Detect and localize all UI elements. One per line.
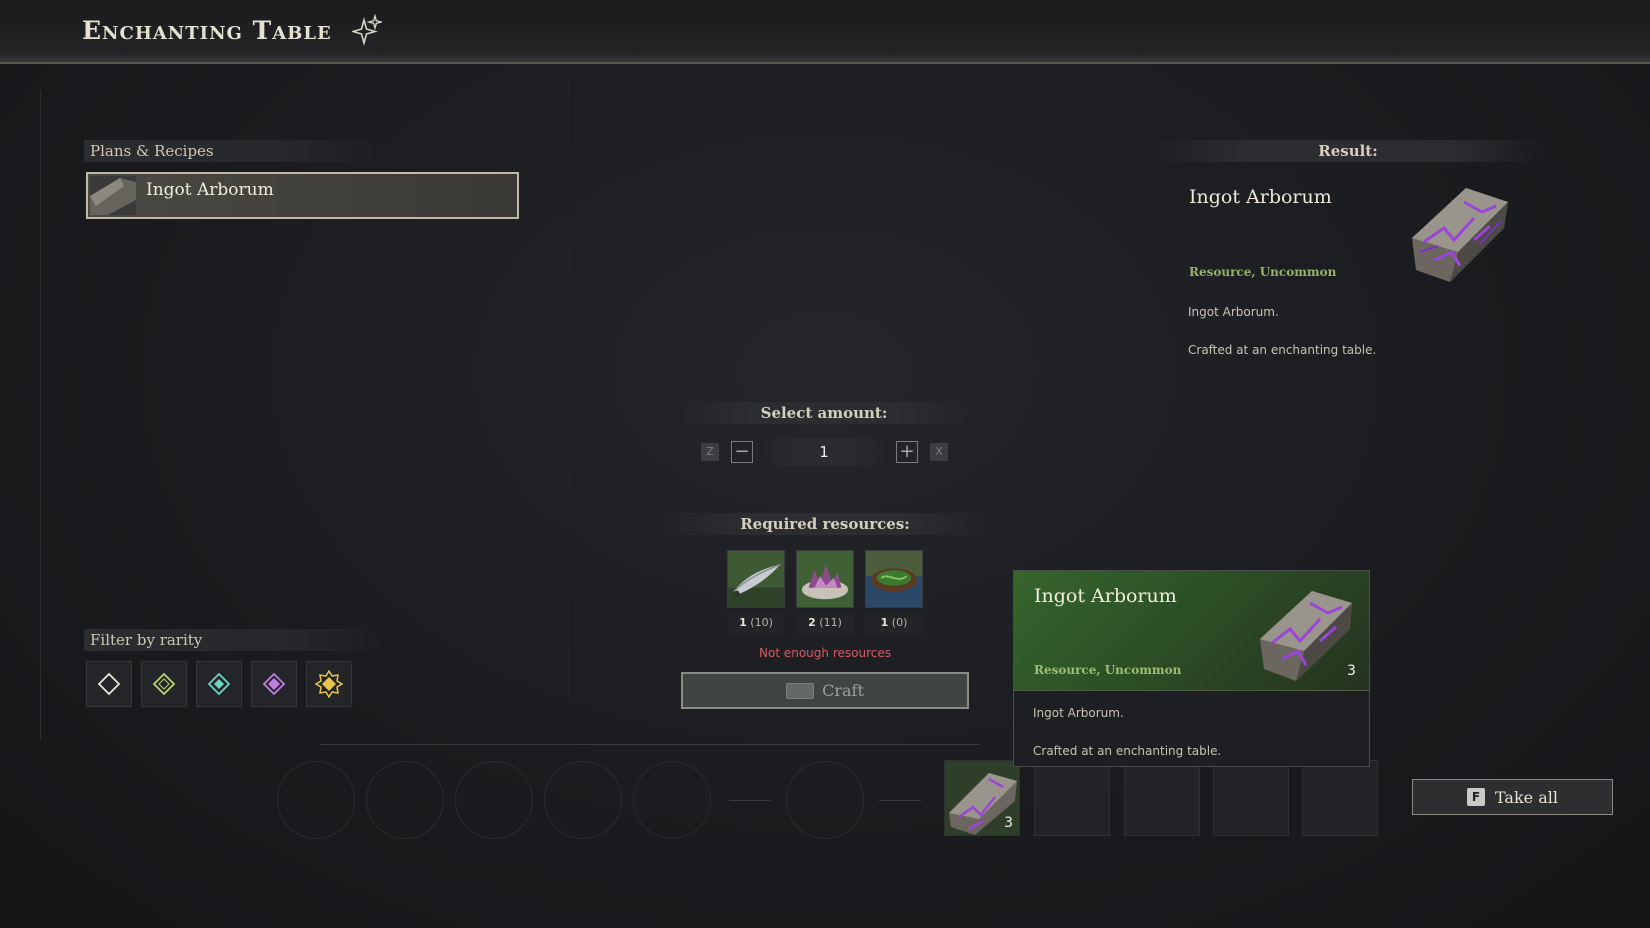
output-slot-empty[interactable] [1302,760,1378,836]
left-divider [40,90,41,740]
blade-icon [727,550,785,608]
take-all-label: Take all [1495,787,1558,807]
filter-heading: Filter by rarity [84,629,384,651]
increase-key-hint: X [930,443,948,461]
sparkle-icon [352,14,382,46]
tooltip-item-count: 3 [1347,663,1356,679]
purple-crystal-bowl-icon [796,550,854,608]
recipe-label: Ingot Arborum [146,180,274,200]
result-heading: Result: [1150,140,1546,162]
f-key-icon: F [1467,788,1485,806]
tooltip-header: Ingot Arborum Resource, Uncommon 3 [1014,571,1369,691]
green-essence-bowl-icon [865,550,923,608]
increase-amount-button[interactable]: + [896,441,918,463]
page-title: Enchanting Table [82,16,332,45]
output-slot-empty[interactable] [1213,760,1289,836]
resource-slot-blade[interactable]: 1 (10) [727,550,785,634]
diamond-legendary-icon [315,670,343,698]
empty-circle-slot [544,761,622,839]
resource-count-purple-crystal: 2 (11) [796,612,854,634]
output-count: 3 [1004,815,1013,831]
diamond-common-icon [97,672,121,696]
decrease-amount-button[interactable]: − [731,441,753,463]
empty-circle-slot [633,761,711,839]
ingot-thumbnail-icon [90,176,136,215]
required-resources-heading: Required resources: [660,513,990,535]
output-slot-ingot[interactable]: 3 [944,760,1020,836]
result-item-name: Ingot Arborum [1189,186,1332,208]
craft-label: Craft [822,681,864,700]
filter-rare-button[interactable] [196,661,242,707]
resource-count-blade: 1 (10) [727,612,785,634]
diamond-uncommon-icon [152,672,176,696]
filter-legendary-button[interactable] [306,661,352,707]
not-enough-resources-warning: Not enough resources [759,646,891,660]
tooltip-description-2: Crafted at an enchanting table. [1033,744,1222,758]
diamond-epic-icon [262,672,286,696]
take-all-button[interactable]: F Take all [1412,779,1613,815]
resource-slot-purple-crystal[interactable]: 2 (11) [796,550,854,634]
output-slot-empty[interactable] [1124,760,1200,836]
craft-button[interactable]: Craft [681,672,969,709]
recipe-item-ingot-arborum[interactable]: Ingot Arborum [86,172,519,219]
diamond-rare-icon [207,672,231,696]
ingot-arborum-icon [1412,188,1508,282]
empty-circle-slot [786,761,864,839]
output-slot-empty[interactable] [1034,760,1110,836]
result-description-1: Ingot Arborum. [1188,305,1279,319]
result-description-2: Crafted at an enchanting table. [1188,343,1377,357]
tooltip-description-1: Ingot Arborum. [1033,706,1124,720]
empty-circle-slot [277,761,355,839]
resource-count-green-essence: 1 (0) [865,612,923,634]
amount-value[interactable]: 1 [762,438,886,466]
tooltip-item-type: Resource, Uncommon [1034,663,1182,677]
filter-uncommon-button[interactable] [141,661,187,707]
empty-circle-slot [455,761,533,839]
filter-epic-button[interactable] [251,661,297,707]
filter-common-button[interactable] [86,661,132,707]
empty-circle-slot [366,761,444,839]
center-divider [568,80,569,700]
tooltip-item-name: Ingot Arborum [1034,585,1177,607]
resource-slot-green-essence[interactable]: 1 (0) [865,550,923,634]
item-tooltip: Ingot Arborum Resource, Uncommon 3 Ingot… [1013,570,1370,767]
result-item-type: Resource, Uncommon [1189,265,1337,279]
keyboard-key-icon [786,682,815,699]
output-divider [320,744,980,745]
plans-heading: Plans & Recipes [84,140,384,162]
select-amount-heading: Select amount: [676,402,972,424]
ingot-arborum-icon [1260,591,1352,681]
slot-connector [729,800,771,801]
slot-connector [879,800,921,801]
decrease-key-hint: Z [701,443,719,461]
